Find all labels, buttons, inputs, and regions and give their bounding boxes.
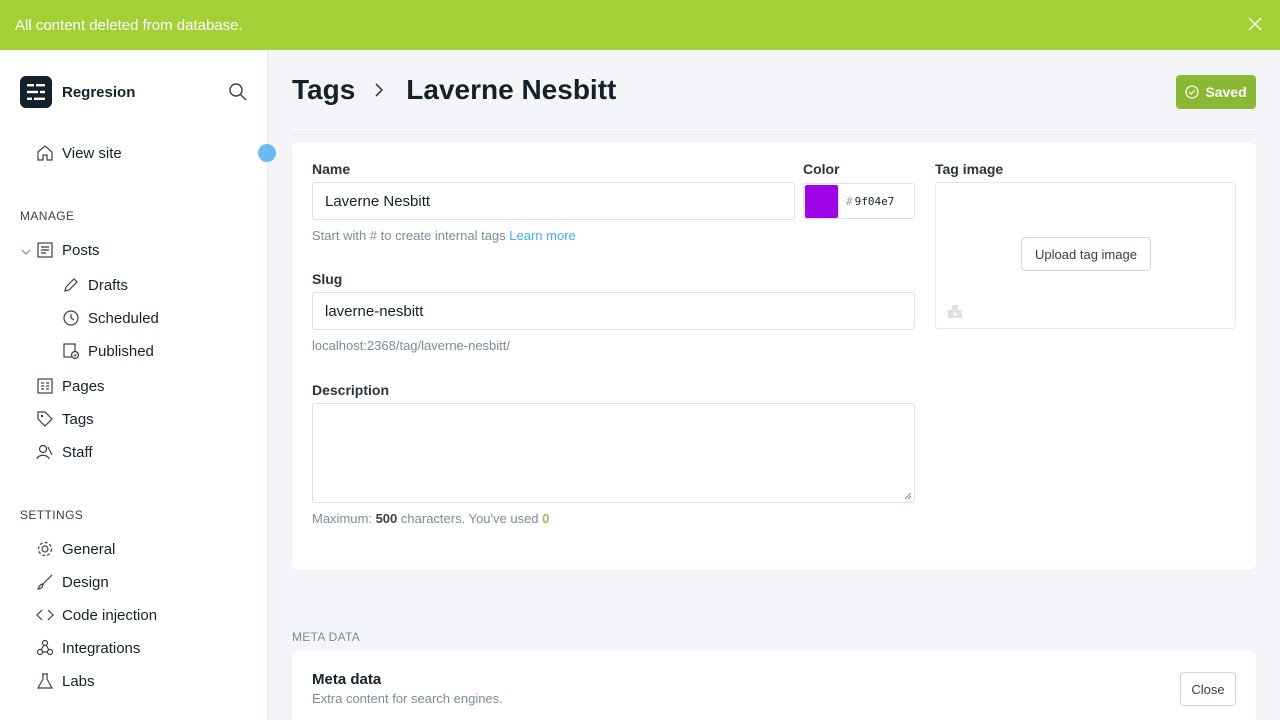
name-hint: Start with # to create internal tags Lea… [312, 228, 576, 243]
settings-heading: SETTINGS [20, 508, 84, 522]
resize-handle-icon[interactable] [904, 492, 912, 500]
slug-url: localhost:2368/tag/laverne-nesbitt/ [312, 338, 511, 353]
saved-button[interactable]: Saved [1176, 75, 1256, 109]
color-swatch[interactable] [803, 183, 839, 219]
published-icon [63, 343, 80, 360]
nav-label: Posts [62, 241, 100, 259]
tag-image-label: Tag image [935, 161, 1004, 177]
brand-logo-icon [20, 76, 52, 108]
color-label: Color [803, 161, 840, 177]
meta-data-card: Meta data Extra content for search engin… [292, 651, 1256, 720]
nav-label: Drafts [88, 276, 129, 294]
used-count: 0 [542, 511, 550, 526]
learn-more-link[interactable]: Learn more [509, 228, 575, 243]
check-circle-icon [1185, 85, 1199, 99]
close-icon[interactable] [1248, 17, 1262, 31]
nav-label: Published [88, 342, 154, 360]
name-input[interactable]: Laverne Nesbitt [312, 182, 795, 220]
meta-close-button[interactable]: Close [1180, 672, 1236, 706]
gear-icon [37, 541, 53, 557]
nav-published[interactable]: Published [62, 342, 154, 360]
image-placeholder-icon [948, 305, 962, 318]
nav-tags[interactable]: Tags [36, 410, 94, 428]
pages-icon [37, 378, 53, 394]
home-icon [37, 145, 53, 161]
tag-settings-card: Name Laverne Nesbitt Start with # to cre… [292, 142, 1256, 570]
nav-label: General [62, 540, 116, 558]
nav-label: Tags [62, 410, 94, 428]
description-textarea[interactable] [312, 403, 915, 503]
nav-view-site[interactable]: View site [36, 144, 122, 162]
notification-bar: All content deleted from database. [0, 0, 1280, 50]
meta-data-title: Meta data [312, 671, 382, 688]
nav-design[interactable]: Design [36, 573, 109, 591]
max-prefix: Maximum: [312, 511, 372, 526]
nav-label: Integrations [62, 639, 141, 657]
upload-tag-image-button[interactable]: Upload tag image [1021, 237, 1151, 271]
notification-message: All content deleted from database. [15, 16, 243, 34]
max-middle: characters. You've used [400, 511, 539, 526]
nav-pages[interactable]: Pages [36, 377, 105, 395]
nav-staff[interactable]: Staff [36, 443, 93, 461]
pencil-icon [64, 278, 78, 292]
sidebar: Regresion View site MANAGE Posts Drafts … [0, 50, 276, 720]
code-icon [36, 609, 54, 621]
notification-dot[interactable] [258, 144, 276, 162]
nav-code-injection[interactable]: Code injection [36, 606, 157, 624]
description-counter: Maximum: 500 characters. You've used 0 [312, 511, 549, 526]
description-label: Description [312, 382, 390, 398]
color-swatch-fill [804, 184, 838, 218]
header-divider [292, 134, 1256, 135]
breadcrumb-tags-link[interactable]: Tags [292, 74, 355, 106]
breadcrumb: Tags Laverne Nesbitt [292, 74, 616, 106]
brand-name: Regresion [62, 83, 136, 101]
nav-label: Design [62, 573, 109, 591]
chevron-down-icon[interactable] [20, 246, 32, 258]
tag-image-dropzone[interactable]: Upload tag image [935, 182, 1236, 329]
color-hex-input[interactable]: # 9f04e7 [838, 183, 915, 219]
nav-drafts[interactable]: Drafts [62, 276, 128, 294]
search-icon[interactable] [228, 82, 248, 102]
integrations-icon [36, 639, 54, 656]
nav-integrations[interactable]: Integrations [36, 639, 140, 657]
clock-icon [63, 310, 79, 326]
tag-icon [37, 411, 53, 427]
nav-label: Staff [62, 443, 93, 461]
slug-input[interactable]: laverne-nesbitt [312, 292, 915, 330]
chevron-right-icon [375, 83, 384, 97]
color-hex-value: 9f04e7 [854, 194, 895, 208]
meta-data-heading: META DATA [292, 630, 361, 644]
nav-posts[interactable]: Posts [36, 241, 100, 259]
name-hint-text: Start with # to create internal tags [312, 228, 506, 243]
page-title: Laverne Nesbitt [406, 74, 617, 105]
slug-label: Slug [312, 271, 343, 287]
nav-scheduled[interactable]: Scheduled [62, 309, 159, 327]
name-label: Name [312, 161, 351, 177]
color-hash: # [846, 194, 853, 208]
nav-labs[interactable]: Labs [36, 672, 95, 690]
saved-label: Saved [1205, 84, 1247, 100]
nav-general[interactable]: General [36, 540, 115, 558]
nav-label: Scheduled [88, 309, 159, 327]
nav-label: Pages [62, 377, 105, 395]
brand[interactable]: Regresion [20, 76, 135, 108]
nav-label: Code injection [62, 606, 158, 624]
staff-icon [36, 444, 53, 460]
flask-icon [36, 673, 54, 689]
manage-heading: MANAGE [20, 209, 75, 223]
nav-label: Labs [62, 672, 95, 690]
meta-data-subtitle: Extra content for search engines. [312, 691, 503, 706]
posts-icon [37, 242, 53, 258]
max-count: 500 [375, 511, 398, 526]
brush-icon [37, 574, 53, 590]
nav-label: View site [62, 144, 122, 162]
